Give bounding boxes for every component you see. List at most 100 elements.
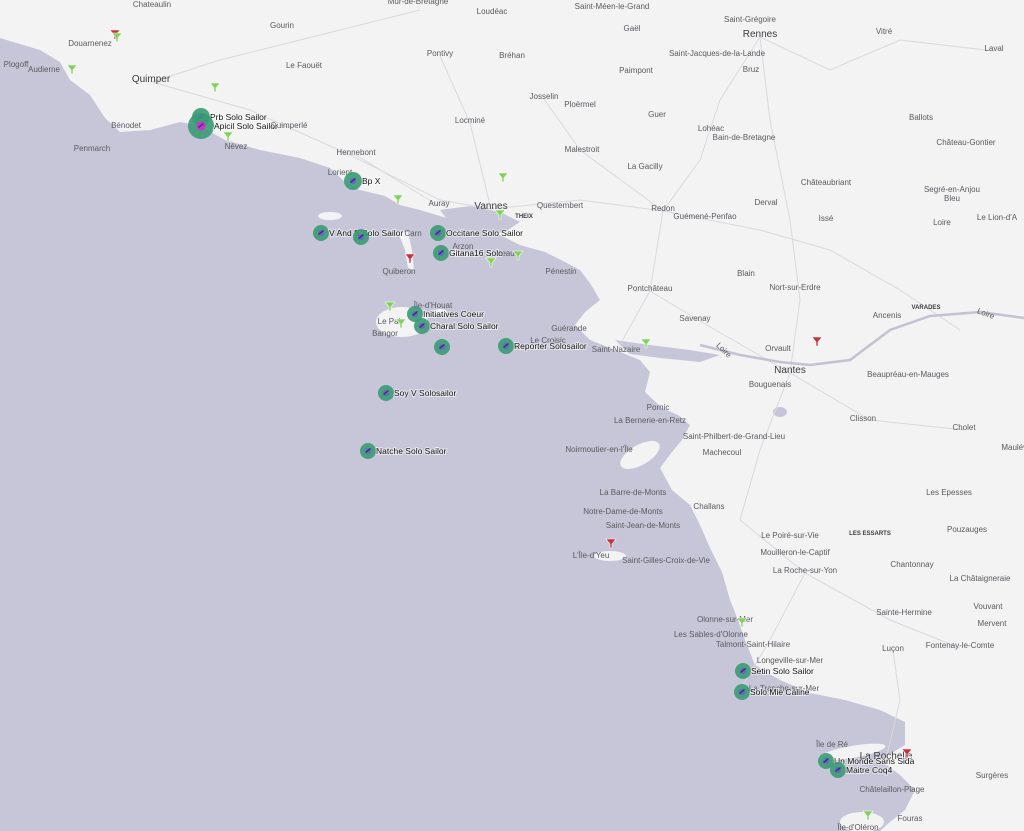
place-label-penestin: Pénestin	[545, 267, 576, 276]
place-label-orvault: Orvault	[765, 344, 792, 353]
boat-label: Solo Mie Caline	[750, 687, 810, 697]
place-label-mervent: Mervent	[978, 619, 1008, 628]
place-label-malestroit: Malestroit	[565, 145, 600, 154]
place-label-audierne: Audierne	[28, 65, 61, 74]
place-label-guemene: Guémené-Penfao	[673, 212, 737, 221]
place-label-nevez: Névez	[225, 142, 248, 151]
place-label-le-lion: Le Lion-d'A	[977, 213, 1018, 222]
place-label-talmont: Talmont-Saint-Hilaire	[716, 640, 791, 649]
place-label-notre-dame-de-monts: Notre-Dame-de-Monts	[583, 507, 663, 516]
place-label-les-sables: Les Sables-d'Olonne	[674, 630, 749, 639]
place-label-locmine: Locminé	[455, 116, 486, 125]
place-label-loheac: Lohéac	[698, 124, 724, 133]
place-label-savenay: Savenay	[679, 314, 710, 323]
place-label-pontchateau: Pontchâteau	[628, 284, 673, 293]
place-label-les-epesses: Les Epesses	[926, 488, 972, 497]
place-label-le-palais: Le Pal	[378, 317, 401, 326]
place-label-quimper: Quimper	[132, 74, 171, 85]
place-label-saint-jean-de-monts: Saint-Jean-de-Monts	[606, 521, 680, 530]
place-label-vitre: Vitré	[876, 27, 893, 36]
place-label-gael: Gaël	[624, 24, 641, 33]
place-label-chatelaillon: Châtelaillon-Plage	[860, 785, 925, 794]
place-label-guerande: Guérande	[551, 324, 587, 333]
place-label-challans: Challans	[693, 502, 724, 511]
place-label-redon: Redon	[651, 204, 675, 213]
place-label-paimpont: Paimpont	[619, 66, 654, 75]
place-label-blain: Blain	[737, 269, 755, 278]
place-label-isse: Issé	[819, 214, 834, 223]
boat-label: Maitre Coq4	[846, 765, 893, 775]
boat-label: Gitana16 Solo	[449, 248, 503, 258]
boat-marker[interactable]	[353, 229, 369, 245]
place-label-sainte-hermine: Sainte-Hermine	[876, 608, 932, 617]
place-label-benodet: Bénodet	[111, 121, 142, 130]
place-label-plogoff: Plogoff	[4, 60, 30, 69]
place-label-saint-jacques: Saint-Jacques-de-la-Lande	[669, 49, 766, 58]
place-label-ancenis: Ancenis	[873, 311, 901, 320]
place-label-varades: VARADES	[912, 305, 941, 311]
boat-label: Occitane Solo Sailor	[446, 228, 523, 238]
place-label-gourin: Gourin	[270, 21, 294, 30]
boat-label: Setin Solo Sailor	[751, 666, 814, 676]
place-label-pouzauges: Pouzauges	[947, 525, 987, 534]
place-label-guer: Guer	[648, 110, 666, 119]
place-label-maulevrier: Maulévrier	[1001, 443, 1024, 452]
place-label-ballots: Ballots	[909, 113, 933, 122]
place-label-saint-philbert: Saint-Philbert-de-Grand-Lieu	[683, 432, 785, 441]
place-label-fouras: Fouras	[898, 814, 923, 823]
place-label-clisson: Clisson	[850, 414, 876, 423]
map-canvas[interactable]: Chateaulin Mûr-de-Bretagne Loudéac Saint-Mé…	[0, 0, 1024, 831]
place-label-bain-de-bretagne: Bain-de-Bretagne	[713, 133, 776, 142]
place-label-mur-de-bretagne: Mûr-de-Bretagne	[388, 0, 449, 6]
place-label-cholet: Cholet	[952, 423, 976, 432]
place-label-loudeac: Loudéac	[477, 7, 508, 16]
place-label-ile-de-re: Île de Ré	[815, 740, 849, 749]
place-label-josselin: Josselin	[530, 92, 559, 101]
place-label-derval: Derval	[754, 198, 777, 207]
place-label-bangor: Bangor	[372, 329, 398, 338]
place-label-bouguenais: Bouguenais	[749, 380, 791, 389]
place-label-theix: THEIX	[515, 214, 533, 220]
place-label-ploermel: Ploërmel	[564, 100, 596, 109]
place-label-la-bernerie: La Bernerie-en-Retz	[614, 416, 686, 425]
place-label-vouvant: Vouvant	[974, 602, 1004, 611]
place-label-nantes: Nantes	[774, 365, 806, 376]
place-label-ile-d-yeu: L'Île-d'Yeu	[573, 551, 610, 560]
place-label-saint-meen: Saint-Méen-le-Grand	[575, 2, 650, 11]
place-label-ile-d-oleron: Île-d'Oléron	[836, 823, 878, 831]
place-label-loire-town: Loire	[933, 218, 951, 227]
place-label-penmarch: Penmarch	[74, 144, 110, 153]
place-label-chateau-gontier: Château-Gontier	[936, 138, 995, 147]
place-label-quiberon: Quiberon	[383, 267, 416, 276]
place-label-rennes: Rennes	[743, 29, 777, 40]
place-label-la-roche-sur-yon: La Roche-sur-Yon	[773, 566, 837, 575]
place-label-nort-sur-erdre: Nort-sur-Erdre	[769, 283, 821, 292]
ile-de-groix	[318, 212, 342, 220]
boat-label: Natche Solo Sailor	[376, 446, 447, 456]
place-label-la-gacilly: La Gacilly	[627, 162, 662, 171]
boat-marker[interactable]	[434, 339, 450, 355]
place-label-surgeres: Surgères	[976, 771, 1008, 780]
place-label-les-essarts: LES ESSARTS	[849, 531, 891, 537]
place-label-le-faouet: Le Faouët	[286, 61, 323, 70]
place-label-bruz: Bruz	[743, 65, 759, 74]
place-label-saint-gilles: Saint-Gilles-Croix-de-Vie	[622, 556, 710, 565]
place-label-saint-nazaire: Saint-Nazaire	[592, 345, 641, 354]
place-label-chateaubriant: Châteaubriant	[801, 178, 852, 187]
place-label-questembert: Questembert	[537, 201, 584, 210]
place-label-chateaulin: Chateaulin	[133, 0, 171, 9]
place-label-douarnenez: Douarnenez	[68, 39, 112, 48]
place-label-longeville: Longeville-sur-Mer	[757, 656, 824, 665]
boat-label: Bp X	[362, 176, 381, 186]
place-label-auray: Auray	[429, 199, 450, 208]
place-label-la-barre-de-monts: La Barre-de-Monts	[600, 488, 667, 497]
place-label-pontivy: Pontivy	[427, 49, 453, 58]
place-label-la-chataigneraie: La Châtaigneraie	[950, 574, 1011, 583]
place-label-le-poire: Le Poiré-sur-Vie	[761, 531, 819, 540]
boat-label: Initiatives Coeur	[423, 309, 484, 319]
place-label-fontenay: Fontenay-le-Comte	[926, 641, 995, 650]
place-label-lucon: Luçon	[882, 644, 904, 653]
place-label-pornic: Pornic	[647, 403, 670, 412]
boat-label: Charal Solo Sailor	[430, 321, 499, 331]
boat-label: Soy V Solosailor	[394, 388, 457, 398]
